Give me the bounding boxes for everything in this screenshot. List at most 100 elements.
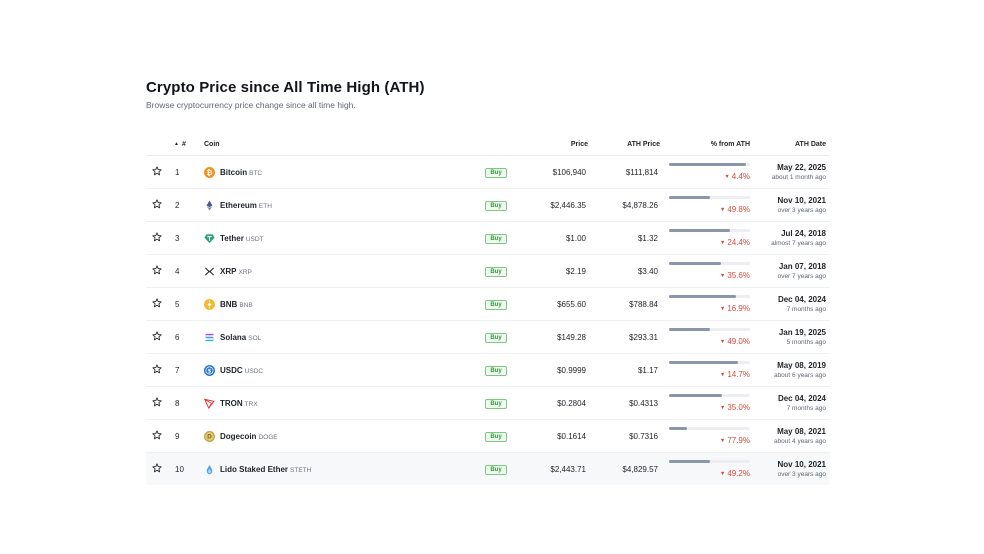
coin-cell: TRON TRX — [204, 386, 470, 420]
star-icon[interactable] — [152, 364, 162, 374]
star-icon[interactable] — [152, 232, 162, 242]
pct-change: ▼ 77.9% — [719, 436, 750, 445]
star-icon[interactable] — [152, 463, 162, 473]
star-icon[interactable] — [152, 265, 162, 275]
pct-from-ath-cell: ▼ 35.0% — [660, 386, 758, 420]
star-icon[interactable] — [152, 331, 162, 341]
header-price[interactable]: Price — [522, 133, 588, 156]
pct-change: ▼ 16.9% — [719, 304, 750, 313]
star-icon[interactable] — [152, 199, 162, 209]
coin-name: TRON — [220, 398, 243, 408]
coin-link[interactable]: $ USDC USDC — [204, 364, 470, 376]
pct-from-ath-cell: ▼ 24.4% — [660, 221, 758, 255]
coin-name: XRP — [220, 266, 237, 276]
watchlist-cell — [146, 320, 168, 354]
coin-link[interactable]: Ethereum ETH — [204, 199, 470, 211]
buy-cell: Buy — [470, 287, 522, 321]
ath-date: Dec 04, 2024 — [777, 393, 826, 403]
svg-text:$: $ — [208, 368, 212, 374]
table-row[interactable]: 6 Solana SOL Buy $149.28 $293.31 ▼ 49.0% Jan 19,… — [146, 320, 830, 354]
ath-date-relative: about 6 years ago — [773, 371, 826, 379]
coin-link[interactable]: Tether USDT — [204, 233, 470, 244]
table-row[interactable]: 10 Lido Staked Ether STETH Buy $2,443.71 $4,8… — [146, 452, 830, 485]
price-cell: $0.2804 — [522, 386, 588, 420]
coin-cell: Ethereum ETH — [204, 188, 470, 222]
header-coin[interactable]: Coin — [204, 133, 470, 156]
buy-button[interactable]: Buy — [485, 266, 507, 277]
table-row[interactable]: 1 ₿ Bitcoin BTC Buy $106,940 $111,814 ▼ 4.4% May … — [146, 155, 830, 189]
star-icon[interactable] — [152, 397, 162, 407]
bitcoin-logo-icon: ₿ — [204, 166, 215, 178]
ath-date: Jul 24, 2018 — [781, 228, 826, 238]
coin-symbol: SOL — [248, 334, 262, 342]
tether-logo-icon — [204, 233, 215, 244]
pct-progress-bar — [669, 229, 750, 232]
table-row[interactable]: 4 XRP XRP Buy $2.19 $3.40 ▼ 35.6% Jan 07, 2018 ov… — [146, 254, 830, 288]
ath-date: Nov 10, 2021 — [777, 195, 826, 205]
pct-progress-bar — [669, 394, 750, 397]
rank-cell: 6 — [168, 320, 204, 354]
star-icon[interactable] — [152, 430, 162, 440]
buy-button[interactable]: Buy — [485, 365, 507, 376]
star-icon[interactable] — [152, 166, 162, 176]
table-row[interactable]: 7 $ USDC USDC Buy $0.9999 $1.17 ▼ 14.7% May 08, 2… — [146, 353, 830, 387]
ath-price-cell: $111,814 — [588, 155, 660, 189]
ath-date-cell: Jan 19, 2025 5 months ago — [758, 320, 830, 354]
coin-symbol: BNB — [239, 301, 253, 309]
ath-date-relative: over 7 years ago — [777, 272, 826, 280]
lido-steth-logo-icon — [204, 464, 215, 475]
coin-link[interactable]: Solana SOL — [204, 332, 470, 343]
watchlist-cell — [146, 155, 168, 189]
coin-cell: Tether USDT — [204, 221, 470, 255]
buy-button[interactable]: Buy — [485, 398, 507, 409]
pct-progress-fill — [669, 427, 687, 430]
star-icon[interactable] — [152, 298, 162, 308]
price-cell: $0.1614 — [522, 419, 588, 453]
buy-button[interactable]: Buy — [485, 332, 507, 343]
coin-link[interactable]: XRP XRP — [204, 266, 470, 277]
down-arrow-icon: ▼ — [719, 438, 726, 444]
buy-button[interactable]: Buy — [485, 200, 507, 211]
pct-from-ath-cell: ▼ 49.0% — [660, 320, 758, 354]
buy-button[interactable]: Buy — [485, 431, 507, 442]
table-row[interactable]: 9 D Dogecoin DOGE Buy $0.1614 $0.7316 ▼ 77.9% May… — [146, 419, 830, 453]
pct-progress-fill — [669, 262, 722, 265]
pct-progress-fill — [669, 295, 737, 298]
coin-link[interactable]: D Dogecoin DOGE — [204, 430, 470, 442]
coin-cell: D Dogecoin DOGE — [204, 419, 470, 453]
coin-link[interactable]: ₿ Bitcoin BTC — [204, 166, 470, 178]
table-row[interactable]: 8 TRON TRX Buy $0.2804 $0.4313 ▼ 35.0% Dec 04, 2… — [146, 386, 830, 420]
buy-cell: Buy — [470, 155, 522, 189]
watchlist-cell — [146, 188, 168, 222]
ath-price-cell: $3.40 — [588, 254, 660, 288]
svg-text:₿: ₿ — [207, 167, 213, 176]
ath-date-relative: almost 7 years ago — [771, 239, 826, 247]
coin-link[interactable]: TRON TRX — [204, 398, 470, 409]
table-row[interactable]: 5 BNB BNB Buy $655.60 $788.84 ▼ 16.9% Dec 04, 20… — [146, 287, 830, 321]
header-ath-date[interactable]: ATH Date — [758, 133, 830, 156]
buy-button[interactable]: Buy — [485, 299, 507, 310]
table-row[interactable]: 3 Tether USDT Buy $1.00 $1.32 ▼ 24.4% Jul 24, 20… — [146, 221, 830, 255]
buy-button[interactable]: Buy — [485, 167, 507, 178]
table-header-row: ▲ # Coin Price ATH Price % from ATH ATH D… — [146, 133, 830, 156]
coin-name: USDC — [220, 365, 243, 375]
header-buy — [470, 133, 522, 156]
header-ath-price[interactable]: ATH Price — [588, 133, 660, 156]
rank-cell: 4 — [168, 254, 204, 288]
bnb-logo-icon — [204, 298, 215, 310]
table-row[interactable]: 2 Ethereum ETH Buy $2,446.35 $4,878.26 ▼ 49.8% N… — [146, 188, 830, 222]
ath-price-cell: $0.7316 — [588, 419, 660, 453]
coin-link[interactable]: BNB BNB — [204, 298, 470, 310]
header-rank[interactable]: ▲ # — [168, 133, 204, 156]
price-cell: $2,446.35 — [522, 188, 588, 222]
buy-button[interactable]: Buy — [485, 233, 507, 244]
buy-button[interactable]: Buy — [485, 464, 507, 475]
coin-link[interactable]: Lido Staked Ether STETH — [204, 464, 470, 475]
price-cell: $106,940 — [522, 155, 588, 189]
down-arrow-icon: ▼ — [719, 405, 726, 411]
table-body: 1 ₿ Bitcoin BTC Buy $106,940 $111,814 ▼ 4.4% May … — [146, 155, 830, 485]
pct-change: ▼ 35.0% — [719, 403, 750, 412]
ethereum-logo-icon — [204, 199, 215, 211]
header-pct-from-ath[interactable]: % from ATH — [660, 133, 758, 156]
watchlist-cell — [146, 221, 168, 255]
